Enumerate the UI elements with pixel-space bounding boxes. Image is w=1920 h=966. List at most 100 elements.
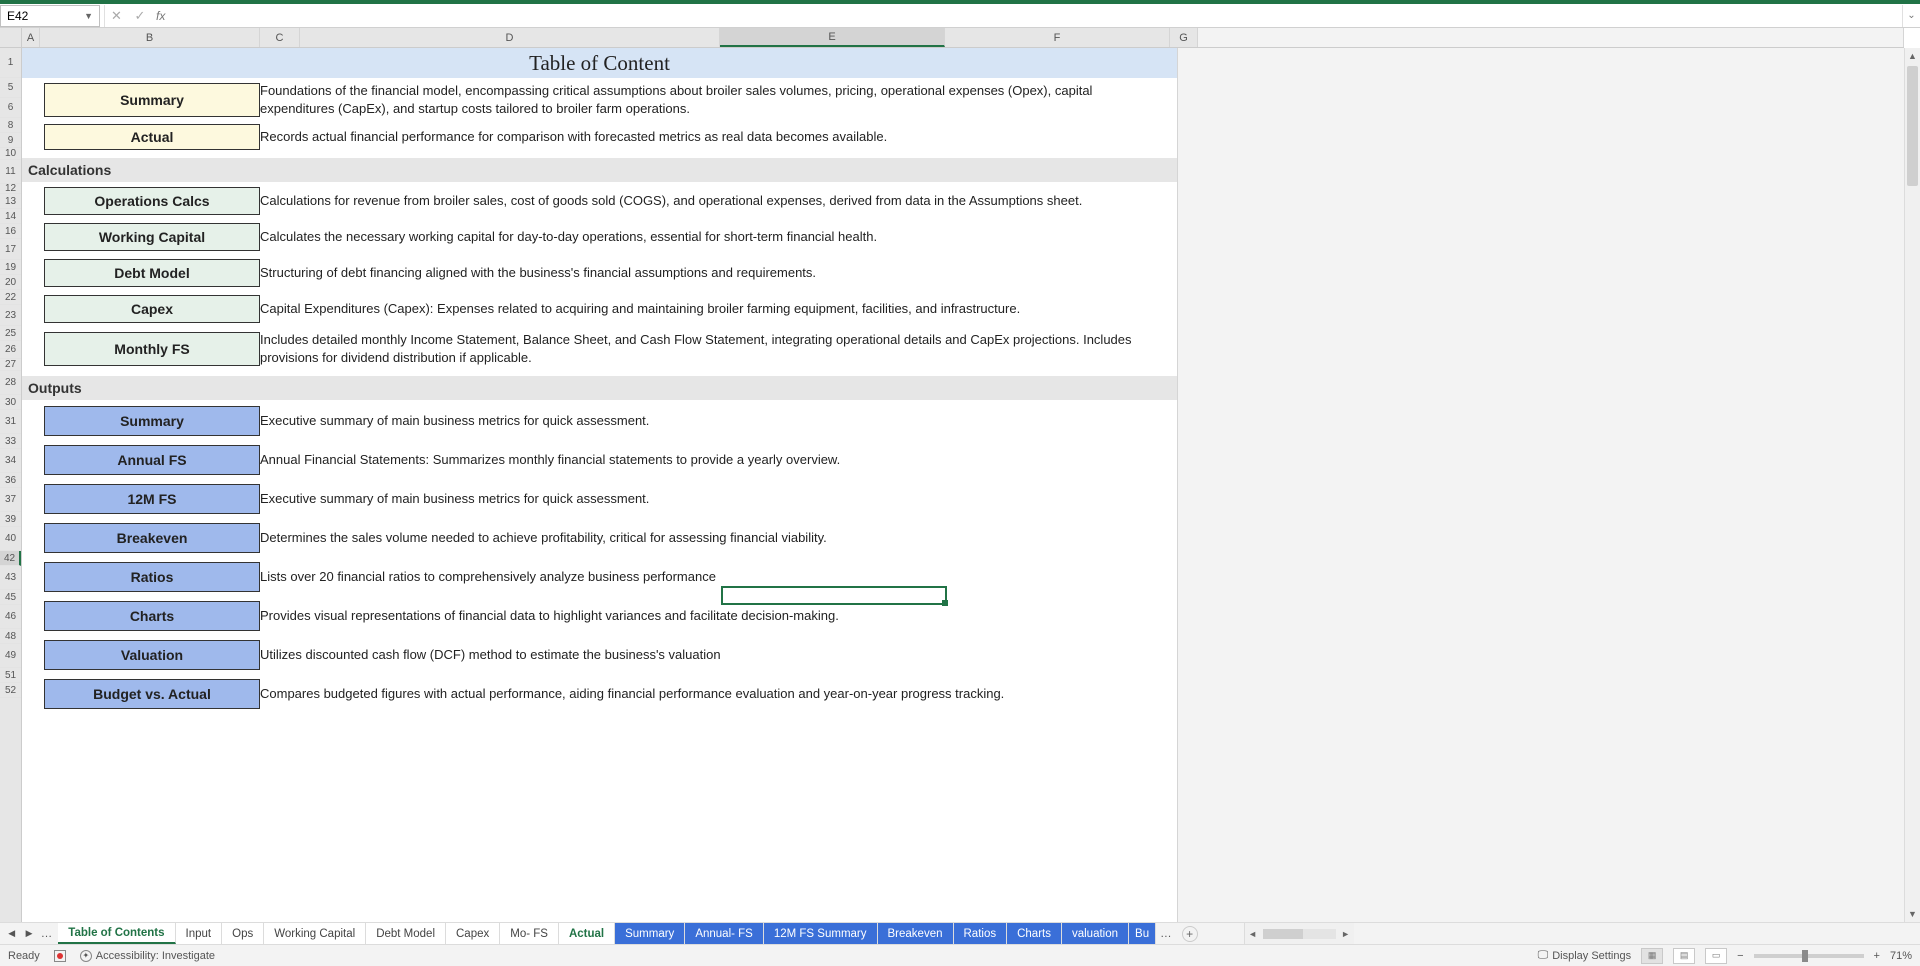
- col-header-C[interactable]: C: [260, 28, 300, 47]
- vertical-scrollbar[interactable]: ▲ ▼: [1904, 48, 1920, 922]
- button-summary-input[interactable]: Summary: [44, 83, 260, 117]
- row-header-46[interactable]: 46: [0, 605, 21, 629]
- row-header-20[interactable]: 20: [0, 275, 21, 290]
- row-header-1[interactable]: 1: [0, 48, 21, 78]
- button-calc-3[interactable]: Capex: [44, 295, 260, 323]
- button-output-4[interactable]: Ratios: [44, 562, 260, 592]
- fx-icon[interactable]: fx: [156, 9, 165, 23]
- col-header-D[interactable]: D: [300, 28, 720, 47]
- zoom-knob[interactable]: [1802, 950, 1808, 962]
- button-output-3[interactable]: Breakeven: [44, 523, 260, 553]
- col-header-A[interactable]: A: [22, 28, 40, 47]
- row-header-19[interactable]: 19: [0, 260, 21, 275]
- row-header-43[interactable]: 43: [0, 566, 21, 590]
- sheet-tab-actual[interactable]: Actual: [559, 923, 615, 944]
- sheet-tab-breakeven[interactable]: Breakeven: [878, 923, 954, 944]
- sheet-tab-bu[interactable]: Bu: [1129, 923, 1156, 944]
- row-header-16[interactable]: 16: [0, 224, 21, 239]
- sheet-tab-working-capital[interactable]: Working Capital: [264, 923, 366, 944]
- row-header-14[interactable]: 14: [0, 209, 21, 224]
- row-header-22[interactable]: 22: [0, 290, 21, 305]
- row-header-9[interactable]: 9: [0, 133, 21, 148]
- row-header-49[interactable]: 49: [0, 644, 21, 668]
- button-calc-4[interactable]: Monthly FS: [44, 332, 260, 366]
- cells-viewport[interactable]: Table of Content Summary Foundations of …: [22, 48, 1904, 922]
- row-header-40[interactable]: 40: [0, 527, 21, 551]
- horizontal-scrollbar[interactable]: ◄ ►: [1244, 923, 1354, 944]
- button-calc-2[interactable]: Debt Model: [44, 259, 260, 287]
- sheet-tab-debt-model[interactable]: Debt Model: [366, 923, 446, 944]
- view-page-break-button[interactable]: ▭: [1705, 948, 1727, 964]
- row-header-51[interactable]: 51: [0, 668, 21, 683]
- button-calc-0[interactable]: Operations Calcs: [44, 187, 260, 215]
- col-header-E[interactable]: E: [720, 28, 945, 47]
- sheet-tab-annual-fs[interactable]: Annual- FS: [685, 923, 764, 944]
- row-header-10[interactable]: 10: [0, 148, 21, 160]
- button-calc-1[interactable]: Working Capital: [44, 223, 260, 251]
- row-header-25[interactable]: 25: [0, 326, 21, 341]
- chevron-down-icon[interactable]: ▼: [84, 11, 93, 21]
- row-header-36[interactable]: 36: [0, 473, 21, 488]
- col-header-F[interactable]: F: [945, 28, 1170, 47]
- button-output-1[interactable]: Annual FS: [44, 445, 260, 475]
- sheet-tab-table-of-contents[interactable]: Table of Contents: [58, 923, 175, 944]
- sheet-tab-ratios[interactable]: Ratios: [954, 923, 1008, 944]
- zoom-slider[interactable]: [1754, 954, 1864, 958]
- col-header-B[interactable]: B: [40, 28, 260, 47]
- zoom-value[interactable]: 71%: [1890, 950, 1912, 962]
- row-header-48[interactable]: 48: [0, 629, 21, 644]
- row-header-37[interactable]: 37: [0, 488, 21, 512]
- button-output-6[interactable]: Valuation: [44, 640, 260, 670]
- row-header-45[interactable]: 45: [0, 590, 21, 605]
- row-header-42[interactable]: 42: [0, 551, 21, 566]
- row-header-8[interactable]: 8: [0, 118, 21, 133]
- button-output-0[interactable]: Summary: [44, 406, 260, 436]
- button-actual-input[interactable]: Actual: [44, 124, 260, 150]
- button-output-7[interactable]: Budget vs. Actual: [44, 679, 260, 709]
- row-header-39[interactable]: 39: [0, 512, 21, 527]
- sheet-tab-ops[interactable]: Ops: [222, 923, 264, 944]
- row-header-12[interactable]: 12: [0, 184, 21, 194]
- row-header-28[interactable]: 28: [0, 371, 21, 395]
- row-header-27[interactable]: 27: [0, 359, 21, 371]
- display-settings-button[interactable]: 🖵 Display Settings: [1538, 949, 1631, 962]
- hscroll-left-icon[interactable]: ◄: [1245, 929, 1261, 939]
- zoom-out-button[interactable]: −: [1737, 950, 1743, 962]
- scroll-down-icon[interactable]: ▼: [1905, 906, 1920, 922]
- name-box[interactable]: E42 ▼: [0, 5, 100, 27]
- row-header-17[interactable]: 17: [0, 239, 21, 260]
- sheet-tab-capex[interactable]: Capex: [446, 923, 500, 944]
- row-header-34[interactable]: 34: [0, 449, 21, 473]
- scroll-up-icon[interactable]: ▲: [1905, 48, 1920, 64]
- accessibility-status[interactable]: ✦ Accessibility: Investigate: [80, 950, 215, 962]
- tabs-overflow-ellipsis[interactable]: …: [1156, 928, 1176, 940]
- hscroll-right-icon[interactable]: ►: [1338, 929, 1354, 939]
- sheet-tab-input[interactable]: Input: [176, 923, 223, 944]
- row-header-26[interactable]: 26: [0, 341, 21, 359]
- row-header-33[interactable]: 33: [0, 434, 21, 449]
- col-header-G[interactable]: G: [1170, 28, 1198, 47]
- row-header-52[interactable]: 52: [0, 683, 21, 698]
- zoom-in-button[interactable]: +: [1874, 950, 1880, 962]
- add-sheet-button[interactable]: +: [1182, 926, 1198, 942]
- tab-overflow-icon[interactable]: …: [41, 928, 53, 940]
- view-normal-button[interactable]: ▦: [1641, 948, 1663, 964]
- row-header-31[interactable]: 31: [0, 410, 21, 434]
- tab-scroll-left-icon[interactable]: ◄: [6, 928, 17, 940]
- button-output-2[interactable]: 12M FS: [44, 484, 260, 514]
- tab-scroll-right-icon[interactable]: ►: [23, 928, 34, 940]
- sheet-tab-valuation[interactable]: valuation: [1062, 923, 1129, 944]
- row-header-13[interactable]: 13: [0, 194, 21, 209]
- formula-input[interactable]: [171, 5, 1902, 27]
- row-header-11[interactable]: 11: [0, 160, 21, 184]
- vscroll-thumb[interactable]: [1907, 66, 1918, 186]
- select-all-corner[interactable]: [0, 28, 22, 48]
- sheet-tab-summary[interactable]: Summary: [615, 923, 685, 944]
- macro-record-icon[interactable]: [54, 950, 66, 962]
- sheet-tab-charts[interactable]: Charts: [1007, 923, 1062, 944]
- row-header-30[interactable]: 30: [0, 395, 21, 410]
- button-output-5[interactable]: Charts: [44, 601, 260, 631]
- hscroll-thumb[interactable]: [1263, 929, 1303, 939]
- row-header-23[interactable]: 23: [0, 305, 21, 326]
- sheet-tab-mo-fs[interactable]: Mo- FS: [500, 923, 559, 944]
